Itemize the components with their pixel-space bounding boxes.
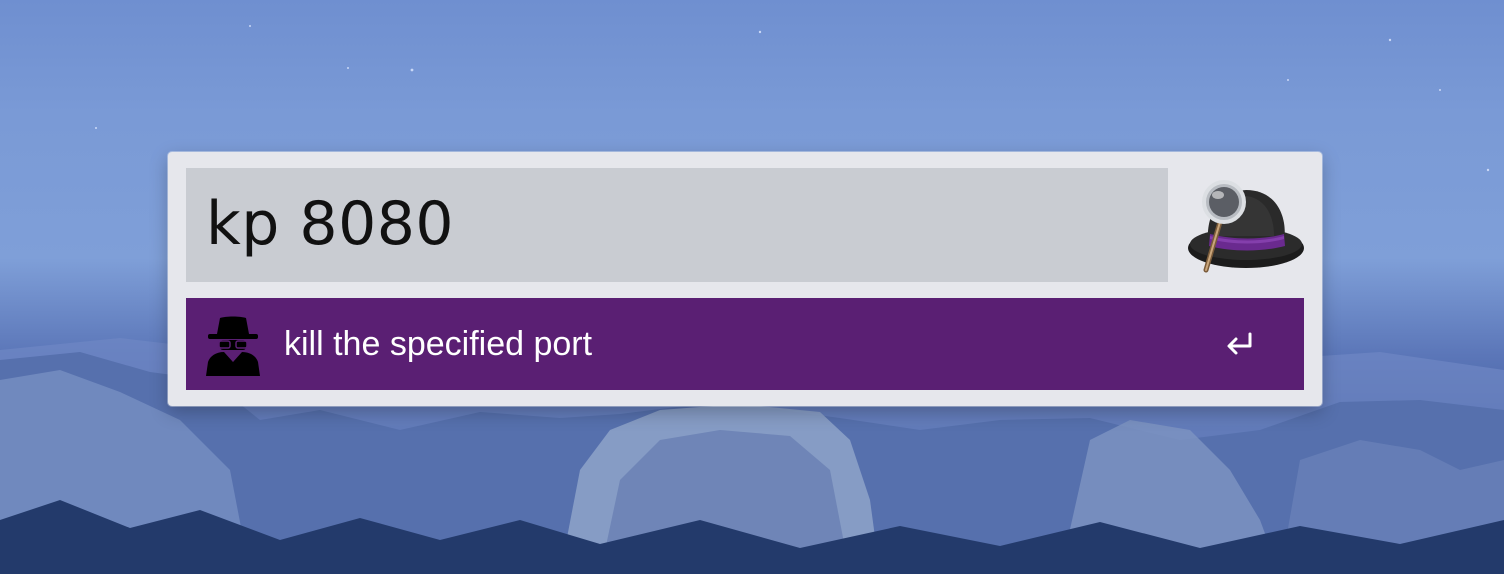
return-key-icon bbox=[1227, 332, 1252, 355]
result-label: kill the specified port bbox=[284, 325, 593, 363]
search-field[interactable]: kp 8080 bbox=[186, 168, 1168, 282]
launcher-window: kp 8080 kill the specified port bbox=[168, 152, 1322, 406]
spy-icon bbox=[206, 316, 260, 376]
search-query-text[interactable]: kp 8080 bbox=[206, 182, 454, 266]
alfred-hat-icon[interactable] bbox=[1184, 176, 1308, 276]
result-item[interactable]: kill the specified port bbox=[186, 298, 1304, 390]
